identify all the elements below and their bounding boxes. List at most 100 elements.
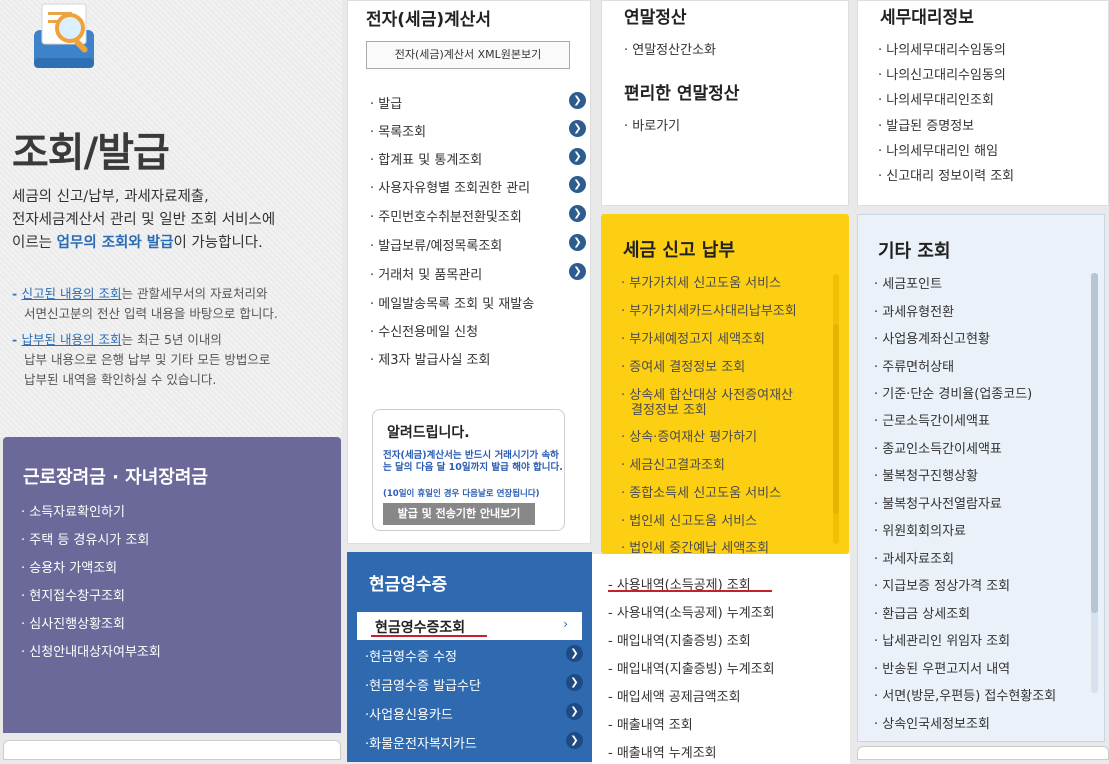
menu-item[interactable]: · 발급된 증명정보: [878, 115, 974, 134]
menu-item[interactable]: · 기준·단순 경비율(업종코드): [874, 383, 1032, 402]
menu-item[interactable]: · 법인세 중간예납 세액조회: [621, 541, 831, 554]
menu-item[interactable]: · 과세유형전환: [874, 301, 954, 320]
arrow-right-icon[interactable]: ❯: [569, 263, 586, 280]
note-link[interactable]: 납부된 내용의 조회: [22, 332, 122, 347]
menu-item[interactable]: ·사업용신용카드 ❯: [365, 703, 583, 723]
menu-item[interactable]: · 나의세무대리인 해임: [878, 140, 998, 159]
menu-item[interactable]: · 세금신고결과조회: [621, 458, 831, 473]
deadline-guide-button[interactable]: 발급 및 전송기한 안내보기: [383, 503, 535, 525]
menu-item[interactable]: · 신청안내대상자여부조회: [21, 641, 161, 660]
menu-item[interactable]: · 불복청구사전열람자료: [874, 493, 1002, 512]
menu-item[interactable]: · 부가가치세카드사대리납부조회: [621, 304, 831, 319]
menu-item[interactable]: · 승용차 가액조회: [21, 557, 117, 576]
note-text: 납부된 내역을 확인하실 수 있습니다.: [24, 372, 217, 387]
menu-item[interactable]: · 수신전용메일 신청: [370, 321, 586, 340]
menu-item[interactable]: ·현금영수증 수정 ❯: [365, 645, 583, 665]
scrollbar-thumb[interactable]: [1091, 273, 1098, 613]
menu-item[interactable]: · 상속세 합산대상 사전증여재산: [621, 388, 831, 403]
menu-item[interactable]: · 나의신고대리수임동의: [878, 64, 1006, 83]
arrow-right-icon[interactable]: ❯: [569, 176, 586, 193]
menu-item[interactable]: · 연말정산간소화: [624, 39, 716, 58]
menu-item[interactable]: · 심사진행상황조회: [21, 613, 125, 632]
panel-title: 기타 조회: [878, 241, 951, 262]
arrow-right-icon[interactable]: ❯: [569, 148, 586, 165]
menu-item[interactable]: · 서면(방문,우편등) 접수현황조회: [874, 685, 1056, 704]
menu-item[interactable]: · 반송된 우편고지서 내역: [874, 658, 1010, 677]
menu-item[interactable]: · 거래처 및 품목관리 ❯: [370, 263, 586, 283]
menu-item[interactable]: · 사업용계좌신고현황: [874, 328, 990, 347]
menu-item[interactable]: · 나의세무대리인조회: [878, 89, 994, 108]
menu-item[interactable]: · 제3자 발급사실 조회: [370, 349, 586, 368]
menu-item[interactable]: · 주택 등 경유시가 조회: [21, 529, 149, 548]
other-inquiry-panel: 기타 조회 · 세금포인트 · 과세유형전환 · 사업용계좌신고현황 · 주류면…: [857, 214, 1105, 742]
arrow-right-icon[interactable]: ❯: [566, 645, 583, 662]
desc-text: 이르는: [12, 235, 57, 251]
arrow-right-icon[interactable]: ❯: [566, 703, 583, 720]
submenu-item[interactable]: - 매출내역 누계조회: [608, 742, 717, 761]
menu-item[interactable]: · 현지접수창구조회: [21, 585, 125, 604]
menu-item[interactable]: · 발급 ❯: [370, 92, 586, 112]
cash-receipt-inquiry-item[interactable]: 현금영수증조회 ›: [357, 612, 582, 640]
menu-item[interactable]: · 납세관리인 위임자 조회: [874, 630, 1010, 649]
menu-item[interactable]: · 소득자료확인하기: [21, 501, 125, 520]
arrow-right-icon[interactable]: ❯: [569, 205, 586, 222]
panel-title: 연말정산: [624, 8, 687, 28]
menu-item[interactable]: · 부가가치세 신고도움 서비스: [621, 276, 831, 291]
submenu-item[interactable]: - 매입세액 공제금액조회: [608, 686, 741, 705]
menu-item[interactable]: · 세금포인트: [874, 273, 942, 292]
menu-item[interactable]: · 발급보류/예정목록조회 ❯: [370, 234, 586, 254]
arrow-right-icon[interactable]: ❯: [569, 120, 586, 137]
menu-item[interactable]: · 상속인국세정보조회: [874, 713, 990, 732]
menu-item[interactable]: · 합계표 및 통계조회 ❯: [370, 148, 586, 168]
hero-note-1: - 신고된 내용의 조회는 관할세무서의 자료처리와 서면신고분의 전산 입력 …: [12, 286, 278, 321]
menu-item[interactable]: · 상속·증여재산 평가하기: [621, 430, 831, 445]
menu-item[interactable]: · 메일발송목록 조회 및 재발송: [370, 293, 586, 312]
menu-item[interactable]: ·화물운전자복지카드 ❯: [365, 732, 583, 752]
note-link[interactable]: 신고된 내용의 조회: [22, 286, 122, 301]
menu-item[interactable]: · 과세자료조회: [874, 548, 954, 567]
menu-item[interactable]: ·현금영수증 발급수단 ❯: [365, 674, 583, 694]
menu-item[interactable]: · 주민번호수취분전환및조회 ❯: [370, 205, 586, 225]
menu-item[interactable]: · 목록조회 ❯: [370, 120, 586, 140]
hero-panel: 조회/발급 세금의 신고/납부, 과세자료제출, 전자세금계산서 관리 및 일반…: [0, 0, 342, 437]
scrollbar-thumb[interactable]: [833, 324, 839, 514]
menu-item[interactable]: · 종교인소득간이세액표: [874, 438, 1002, 457]
scrollbar[interactable]: [1091, 273, 1098, 693]
notice-box: 알려드립니다. 전자(세금)계산서는 반드시 거래시기가 속하는 달의 다음 달…: [372, 409, 565, 531]
arrow-right-icon[interactable]: ❯: [566, 732, 583, 749]
menu-item[interactable]: · 불복청구진행상황: [874, 465, 978, 484]
hero-note-2: - 납부된 내용의 조회는 최근 5년 이내의 납부 내용으로 은행 납부 및 …: [12, 332, 271, 387]
scrollbar[interactable]: [833, 274, 839, 544]
menu-item-label: 현금영수증조회: [375, 620, 466, 636]
tax-agent-panel: 세무대리정보 · 나의세무대리수임동의 · 나의신고대리수임동의 · 나의세무대…: [857, 0, 1109, 206]
menu-item[interactable]: · 증여세 결정정보 조회: [621, 360, 831, 375]
menu-item[interactable]: · 환급금 상세조회: [874, 603, 970, 622]
menu-item[interactable]: · 근로소득간이세액표: [874, 410, 990, 429]
notice-title: 알려드립니다.: [387, 425, 470, 441]
menu-item[interactable]: · 법인세 신고도움 서비스: [621, 514, 831, 529]
menu-item[interactable]: · 종합소득세 신고도움 서비스: [621, 486, 831, 501]
menu-item[interactable]: · 신고대리 정보이력 조회: [878, 165, 1014, 184]
xml-view-button[interactable]: 전자(세금)계산서 XML원본보기: [366, 41, 570, 69]
menu-item[interactable]: · 지급보증 정상가격 조회: [874, 575, 1010, 594]
submenu-item[interactable]: - 매출내역 조회: [608, 714, 693, 733]
notice-text: 전자(세금)계산서는 반드시 거래시기가 속하는 달의 다음 달 10일까지 발…: [383, 450, 563, 473]
submenu-item[interactable]: - 사용내역(소득공제) 누계조회: [608, 602, 775, 621]
incentive-panel: 근로장려금 · 자녀장려금 · 소득자료확인하기 · 주택 등 경유시가 조회 …: [3, 437, 341, 733]
desc-highlight: 업무의 조회와 발급: [56, 235, 174, 251]
menu-item[interactable]: · 위원회회의자료: [874, 520, 966, 539]
cash-receipt-submenu: - 사용내역(소득공제) 조회 - 사용내역(소득공제) 누계조회 - 매입내역…: [592, 554, 850, 764]
menu-item[interactable]: · 나의세무대리수임동의: [878, 39, 1006, 58]
submenu-item[interactable]: - 매입내역(지출증빙) 누계조회: [608, 658, 775, 677]
search-document-icon: [34, 3, 94, 68]
submenu-item[interactable]: - 매입내역(지출증빙) 조회: [608, 630, 751, 649]
menu-item-cont[interactable]: 결정정보 조회: [621, 403, 831, 418]
arrow-right-icon[interactable]: ❯: [566, 674, 583, 691]
menu-item[interactable]: · 사용자유형별 조회권한 관리 ❯: [370, 176, 586, 196]
page-title: 조회/발급: [12, 130, 170, 176]
menu-item[interactable]: · 바로가기: [624, 115, 680, 134]
menu-item[interactable]: · 부가세예정고지 세액조회: [621, 332, 831, 347]
arrow-right-icon[interactable]: ❯: [569, 234, 586, 251]
arrow-right-icon[interactable]: ❯: [569, 92, 586, 109]
menu-item[interactable]: · 주류면허상태: [874, 356, 954, 375]
